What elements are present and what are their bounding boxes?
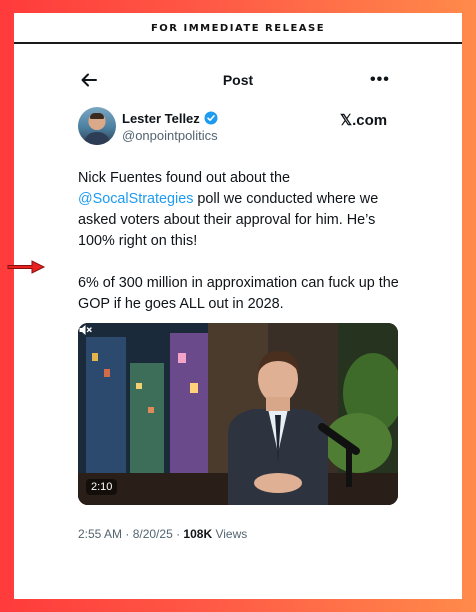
pointer-arrow-icon — [7, 260, 46, 274]
post-header: Post ••• — [14, 71, 462, 91]
tweet-text-part-1: Nick Fuentes found out about the — [78, 170, 291, 186]
tweet-paragraph-1: Nick Fuentes found out about the @SocalS… — [78, 168, 408, 252]
avatar-hair — [90, 113, 104, 119]
video-duration: 2:10 — [86, 479, 118, 495]
views-count: 108K — [183, 527, 213, 541]
page-title: Post — [222, 72, 254, 88]
post-meta: 2:55 AM · 8/20/25 · 108K Views — [78, 527, 248, 541]
avatar-shirt — [84, 132, 110, 145]
author-name[interactable]: Lester Tellez — [122, 111, 200, 126]
author-handle[interactable]: @onpointpolitics — [122, 128, 218, 143]
post-date[interactable]: 8/20/25 — [133, 527, 173, 541]
banner-divider — [14, 42, 462, 44]
source-label: 𝕏.com — [340, 112, 388, 129]
views-label: Views — [212, 527, 248, 541]
tweet-text: Nick Fuentes found out about the @SocalS… — [78, 168, 408, 336]
mention-link[interactable]: @SocalStrategies — [78, 191, 193, 207]
avatar[interactable] — [78, 107, 116, 145]
press-release-card: FOR IMMEDIATE RELEASE Post ••• Lester Te… — [14, 13, 462, 599]
post-time[interactable]: 2:55 AM — [78, 527, 122, 541]
video-thumbnail — [78, 323, 398, 505]
more-horizontal-icon[interactable]: ••• — [370, 71, 390, 89]
verified-badge-icon — [204, 111, 218, 125]
video-player[interactable]: 2:10 — [78, 323, 398, 505]
tweet-paragraph-2: 6% of 300 million in approximation can f… — [78, 275, 399, 312]
release-banner: FOR IMMEDIATE RELEASE — [150, 22, 326, 34]
speaker-muted-icon[interactable] — [78, 323, 92, 337]
